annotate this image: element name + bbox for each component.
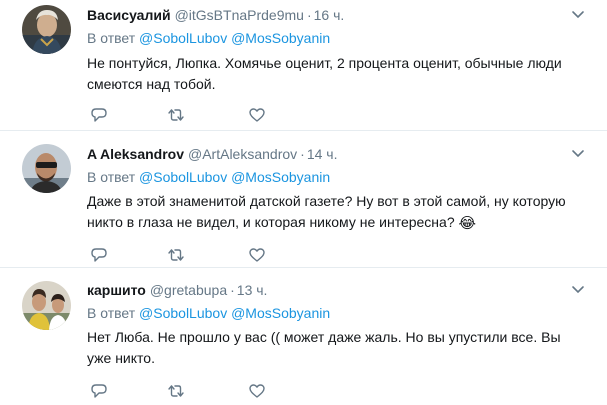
author-name[interactable]: Васисуалий (87, 7, 171, 23)
author-name[interactable]: A Aleksandrov (87, 146, 184, 162)
reply-prefix: В ответ (87, 169, 136, 185)
mention-link[interactable]: @SobolLubov (139, 169, 227, 185)
heart-icon[interactable] (247, 382, 267, 400)
chevron-down-icon[interactable] (571, 10, 585, 20)
timestamp[interactable]: 13 ч. (237, 282, 268, 298)
avatar[interactable] (22, 281, 71, 330)
separator-dot: · (306, 7, 312, 23)
mention-link[interactable]: @SobolLubov (139, 30, 227, 46)
tweet[interactable]: каршито @gretabupa · 13 ч. В ответ @SobolLu… (0, 268, 607, 405)
mention-link[interactable]: @MosSobyanin (231, 169, 330, 185)
reply-context: В ответ @SobolLubov @MosSobyanin (87, 168, 330, 186)
tweet-text: Даже в этой знаменитой датской газете? Н… (87, 191, 577, 233)
chevron-down-icon[interactable] (571, 285, 585, 295)
separator-dot: · (300, 146, 305, 162)
separator-dot: · (230, 282, 235, 298)
retweet-icon[interactable] (166, 246, 186, 264)
mention-link[interactable]: @MosSobyanin (231, 305, 330, 321)
tweet-header: A Aleksandrov @ArtAleksandrov · 14 ч. (87, 145, 337, 163)
tweet-header: каршито @gretabupa · 13 ч. (87, 281, 267, 299)
portrait-avatar-image (22, 5, 71, 54)
mention-link[interactable]: @SobolLubov (139, 305, 227, 321)
heart-icon[interactable] (247, 106, 267, 124)
tweet-text-body: Даже в этой знаменитой датской газете? Н… (87, 193, 566, 230)
timestamp[interactable]: 16 ч. (314, 7, 345, 23)
group-photo-avatar-image (22, 281, 71, 330)
author-handle[interactable]: @ArtAleksandrov (188, 146, 297, 162)
avatar[interactable] (22, 144, 71, 193)
tweet-header: Васисуалий @itGsBTnaPrde9mu · 16 ч. (87, 6, 344, 24)
reply-context: В ответ @SobolLubov @MosSobyanin (87, 29, 330, 47)
reply-timeline: Васисуалий @itGsBTnaPrde9mu · 16 ч. В ответ… (0, 0, 607, 405)
tweet-text: Не понтуйся, Люпка. Хомячье оценит, 2 пр… (87, 53, 577, 95)
avatar[interactable] (22, 5, 71, 54)
reply-icon[interactable] (89, 106, 109, 124)
tweet[interactable]: Васисуалий @itGsBTnaPrde9mu · 16 ч. В ответ… (0, 0, 607, 131)
reply-icon[interactable] (89, 382, 109, 400)
reply-prefix: В ответ (87, 305, 136, 321)
reply-prefix: В ответ (87, 30, 136, 46)
face-with-tears-of-joy-emoji: 😂 (458, 215, 477, 232)
reply-context: В ответ @SobolLubov @MosSobyanin (87, 304, 330, 322)
mention-link[interactable]: @MosSobyanin (231, 30, 330, 46)
chevron-down-icon[interactable] (571, 149, 585, 159)
profile-photo-avatar-image (22, 144, 71, 193)
tweet-actions (87, 246, 287, 266)
tweet-actions (87, 382, 287, 402)
tweet-text: Нет Люба. Не прошло у вас (( может даже … (87, 327, 577, 369)
tweet-actions (87, 106, 287, 126)
timestamp[interactable]: 14 ч. (307, 146, 338, 162)
author-handle[interactable]: @itGsBTnaPrde9mu (175, 7, 304, 23)
tweet-text-body: Не понтуйся, Люпка. Хомячье оценит, 2 пр… (87, 55, 562, 92)
tweet-text-body: Нет Люба. Не прошло у вас (( может даже … (87, 329, 561, 366)
tweet[interactable]: A Aleksandrov @ArtAleksandrov · 14 ч. В отв… (0, 131, 607, 268)
heart-icon[interactable] (247, 246, 267, 264)
retweet-icon[interactable] (166, 106, 186, 124)
author-handle[interactable]: @gretabupa (150, 282, 227, 298)
retweet-icon[interactable] (166, 382, 186, 400)
author-name[interactable]: каршито (87, 282, 146, 298)
reply-icon[interactable] (89, 246, 109, 264)
